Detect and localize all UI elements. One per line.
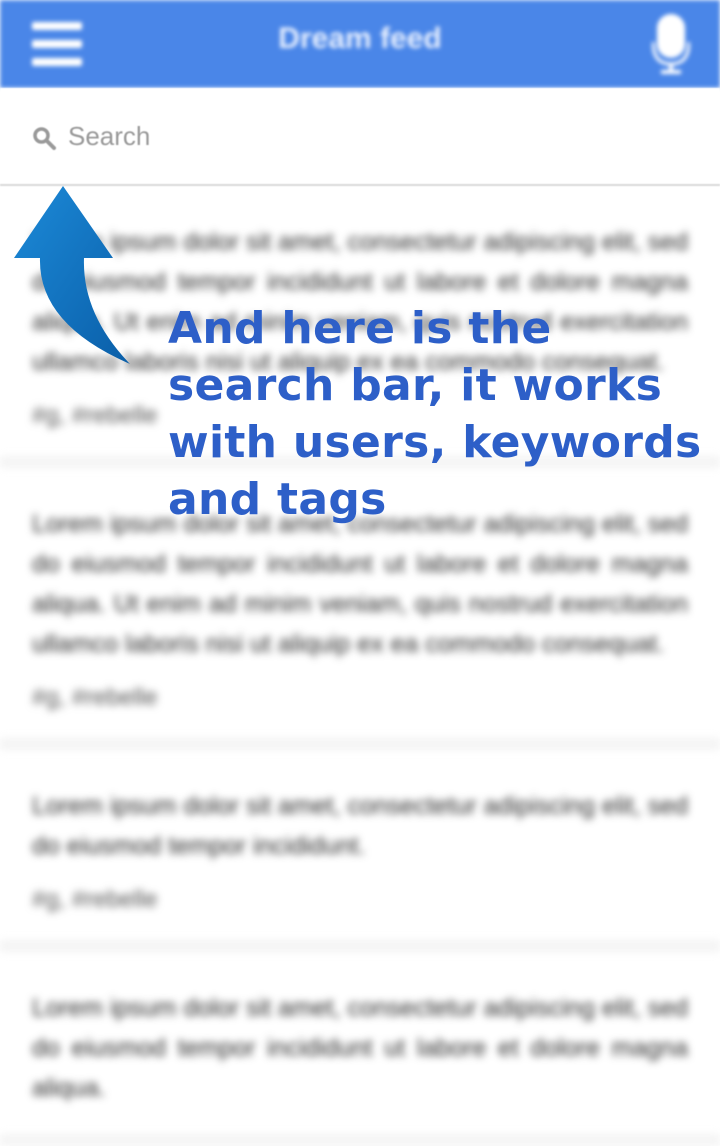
search-icon xyxy=(32,126,56,150)
feed-post[interactable]: Lorem ipsum dolor sit amet, consectetur … xyxy=(0,750,720,952)
search-input[interactable] xyxy=(68,118,668,154)
feed-post[interactable]: Lorem ipsum dolor sit amet, consectetur … xyxy=(0,952,720,1146)
post-text: Lorem ipsum dolor sit amet, consectetur … xyxy=(32,994,688,1102)
post-text: Lorem ipsum dolor sit amet, consectetur … xyxy=(32,510,688,658)
post-text: Lorem ipsum dolor sit amet, consectetur … xyxy=(32,792,688,860)
curved-arrow-icon xyxy=(10,184,140,369)
post-tags[interactable]: #g, #rebelle xyxy=(32,886,688,914)
tutorial-annotation-text: And here is the search bar, it works wit… xyxy=(168,303,702,525)
app-title: Dream feed xyxy=(278,22,442,55)
microphone-icon[interactable] xyxy=(651,14,691,74)
app-bar: Dream feed xyxy=(0,0,720,88)
post-tags[interactable]: #g, #rebelle xyxy=(32,684,688,712)
search-bar xyxy=(0,88,720,186)
